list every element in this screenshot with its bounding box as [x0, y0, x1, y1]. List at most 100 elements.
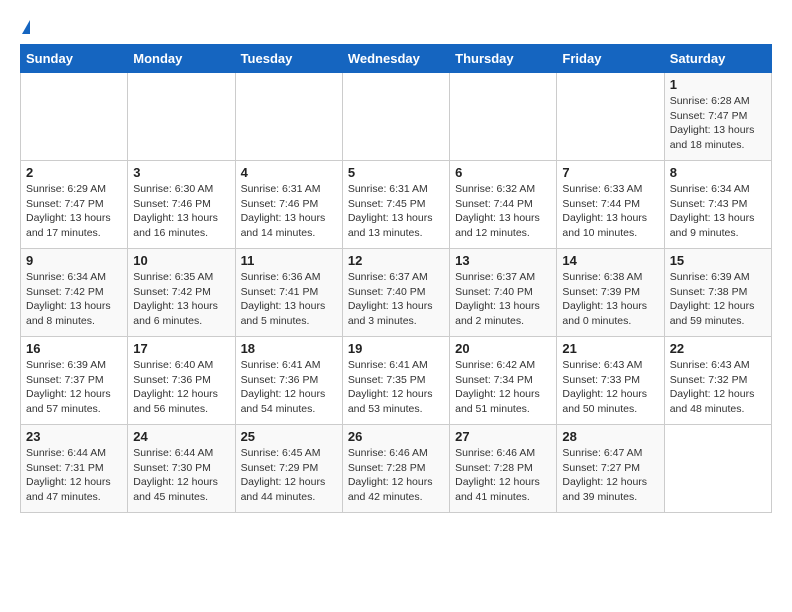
calendar-cell: 10 Sunrise: 6:35 AM Sunset: 7:42 PM Dayli… — [128, 249, 235, 337]
day-info: Sunrise: 6:44 AM Sunset: 7:31 PM Dayligh… — [26, 446, 122, 505]
day-info: Sunrise: 6:33 AM Sunset: 7:44 PM Dayligh… — [562, 182, 658, 241]
calendar-cell — [450, 73, 557, 161]
calendar-cell: 12 Sunrise: 6:37 AM Sunset: 7:40 PM Dayli… — [342, 249, 449, 337]
day-number: 1 — [670, 77, 766, 92]
column-header-sunday: Sunday — [21, 45, 128, 73]
logo — [20, 20, 30, 34]
calendar-cell: 27 Sunrise: 6:46 AM Sunset: 7:28 PM Dayli… — [450, 425, 557, 513]
calendar-cell: 7 Sunrise: 6:33 AM Sunset: 7:44 PM Daylig… — [557, 161, 664, 249]
calendar-cell: 23Sunrise: 6:44 AM Sunset: 7:31 PM Dayli… — [21, 425, 128, 513]
calendar-cell: 6 Sunrise: 6:32 AM Sunset: 7:44 PM Daylig… — [450, 161, 557, 249]
calendar-cell: 2 Sunrise: 6:29 AM Sunset: 7:47 PM Daylig… — [21, 161, 128, 249]
day-info: Sunrise: 6:34 AM Sunset: 7:42 PM Dayligh… — [26, 270, 122, 329]
calendar-cell: 15 Sunrise: 6:39 AM Sunset: 7:38 PM Dayli… — [664, 249, 771, 337]
day-info: Sunrise: 6:38 AM Sunset: 7:39 PM Dayligh… — [562, 270, 658, 329]
calendar-week-3: 9Sunrise: 6:34 AM Sunset: 7:42 PM Daylig… — [21, 249, 772, 337]
day-number: 26 — [348, 429, 444, 444]
calendar-cell: 22 Sunrise: 6:43 AM Sunset: 7:32 PM Dayli… — [664, 337, 771, 425]
day-number: 3 — [133, 165, 229, 180]
calendar-cell: 1 Sunrise: 6:28 AM Sunset: 7:47 PM Daylig… — [664, 73, 771, 161]
calendar-header-row: SundayMondayTuesdayWednesdayThursdayFrid… — [21, 45, 772, 73]
day-info: Sunrise: 6:29 AM Sunset: 7:47 PM Dayligh… — [26, 182, 122, 241]
day-info: Sunrise: 6:31 AM Sunset: 7:46 PM Dayligh… — [241, 182, 337, 241]
column-header-monday: Monday — [128, 45, 235, 73]
calendar-cell: 18Sunrise: 6:41 AM Sunset: 7:36 PM Dayli… — [235, 337, 342, 425]
day-info: Sunrise: 6:36 AM Sunset: 7:41 PM Dayligh… — [241, 270, 337, 329]
day-number: 24 — [133, 429, 229, 444]
calendar-cell: 16 Sunrise: 6:39 AM Sunset: 7:37 PM Dayli… — [21, 337, 128, 425]
calendar-cell: 14 Sunrise: 6:38 AM Sunset: 7:39 PM Dayli… — [557, 249, 664, 337]
column-header-thursday: Thursday — [450, 45, 557, 73]
calendar-week-1: 1 Sunrise: 6:28 AM Sunset: 7:47 PM Daylig… — [21, 73, 772, 161]
calendar-cell: 4 Sunrise: 6:31 AM Sunset: 7:46 PM Daylig… — [235, 161, 342, 249]
calendar-week-5: 23Sunrise: 6:44 AM Sunset: 7:31 PM Dayli… — [21, 425, 772, 513]
day-number: 2 — [26, 165, 122, 180]
day-number: 6 — [455, 165, 551, 180]
day-info: Sunrise: 6:45 AM Sunset: 7:29 PM Dayligh… — [241, 446, 337, 505]
calendar-week-2: 2 Sunrise: 6:29 AM Sunset: 7:47 PM Daylig… — [21, 161, 772, 249]
day-info: Sunrise: 6:41 AM Sunset: 7:35 PM Dayligh… — [348, 358, 444, 417]
column-header-friday: Friday — [557, 45, 664, 73]
calendar-cell: 21Sunrise: 6:43 AM Sunset: 7:33 PM Dayli… — [557, 337, 664, 425]
day-number: 12 — [348, 253, 444, 268]
day-info: Sunrise: 6:32 AM Sunset: 7:44 PM Dayligh… — [455, 182, 551, 241]
logo-triangle-icon — [22, 20, 30, 34]
day-info: Sunrise: 6:39 AM Sunset: 7:38 PM Dayligh… — [670, 270, 766, 329]
day-info: Sunrise: 6:31 AM Sunset: 7:45 PM Dayligh… — [348, 182, 444, 241]
day-info: Sunrise: 6:47 AM Sunset: 7:27 PM Dayligh… — [562, 446, 658, 505]
column-header-tuesday: Tuesday — [235, 45, 342, 73]
calendar-cell: 25Sunrise: 6:45 AM Sunset: 7:29 PM Dayli… — [235, 425, 342, 513]
day-info: Sunrise: 6:43 AM Sunset: 7:32 PM Dayligh… — [670, 358, 766, 417]
day-number: 21 — [562, 341, 658, 356]
day-info: Sunrise: 6:42 AM Sunset: 7:34 PM Dayligh… — [455, 358, 551, 417]
calendar-cell — [664, 425, 771, 513]
calendar-cell — [235, 73, 342, 161]
day-info: Sunrise: 6:39 AM Sunset: 7:37 PM Dayligh… — [26, 358, 122, 417]
calendar-cell: 19 Sunrise: 6:41 AM Sunset: 7:35 PM Dayli… — [342, 337, 449, 425]
day-number: 22 — [670, 341, 766, 356]
calendar-cell: 5 Sunrise: 6:31 AM Sunset: 7:45 PM Daylig… — [342, 161, 449, 249]
day-number: 14 — [562, 253, 658, 268]
day-number: 16 — [26, 341, 122, 356]
day-number: 17 — [133, 341, 229, 356]
day-info: Sunrise: 6:44 AM Sunset: 7:30 PM Dayligh… — [133, 446, 229, 505]
day-info: Sunrise: 6:40 AM Sunset: 7:36 PM Dayligh… — [133, 358, 229, 417]
calendar-cell: 8 Sunrise: 6:34 AM Sunset: 7:43 PM Daylig… — [664, 161, 771, 249]
day-number: 7 — [562, 165, 658, 180]
calendar-cell — [342, 73, 449, 161]
header — [20, 20, 772, 34]
day-info: Sunrise: 6:46 AM Sunset: 7:28 PM Dayligh… — [455, 446, 551, 505]
day-info: Sunrise: 6:30 AM Sunset: 7:46 PM Dayligh… — [133, 182, 229, 241]
day-info: Sunrise: 6:37 AM Sunset: 7:40 PM Dayligh… — [348, 270, 444, 329]
calendar-table: SundayMondayTuesdayWednesdayThursdayFrid… — [20, 44, 772, 513]
calendar-week-4: 16 Sunrise: 6:39 AM Sunset: 7:37 PM Dayli… — [21, 337, 772, 425]
day-info: Sunrise: 6:34 AM Sunset: 7:43 PM Dayligh… — [670, 182, 766, 241]
day-number: 27 — [455, 429, 551, 444]
day-number: 8 — [670, 165, 766, 180]
day-number: 19 — [348, 341, 444, 356]
calendar-cell: 26 Sunrise: 6:46 AM Sunset: 7:28 PM Dayli… — [342, 425, 449, 513]
calendar-cell: 20 Sunrise: 6:42 AM Sunset: 7:34 PM Dayli… — [450, 337, 557, 425]
calendar-cell — [21, 73, 128, 161]
calendar-cell: 13 Sunrise: 6:37 AM Sunset: 7:40 PM Dayli… — [450, 249, 557, 337]
day-info: Sunrise: 6:35 AM Sunset: 7:42 PM Dayligh… — [133, 270, 229, 329]
day-number: 10 — [133, 253, 229, 268]
calendar-cell — [557, 73, 664, 161]
day-number: 4 — [241, 165, 337, 180]
day-number: 5 — [348, 165, 444, 180]
calendar-cell: 28Sunrise: 6:47 AM Sunset: 7:27 PM Dayli… — [557, 425, 664, 513]
calendar-cell: 24 Sunrise: 6:44 AM Sunset: 7:30 PM Dayli… — [128, 425, 235, 513]
day-info: Sunrise: 6:37 AM Sunset: 7:40 PM Dayligh… — [455, 270, 551, 329]
day-number: 13 — [455, 253, 551, 268]
calendar-cell: 9Sunrise: 6:34 AM Sunset: 7:42 PM Daylig… — [21, 249, 128, 337]
day-number: 18 — [241, 341, 337, 356]
column-header-saturday: Saturday — [664, 45, 771, 73]
column-header-wednesday: Wednesday — [342, 45, 449, 73]
day-number: 20 — [455, 341, 551, 356]
day-number: 15 — [670, 253, 766, 268]
calendar-cell — [128, 73, 235, 161]
day-info: Sunrise: 6:46 AM Sunset: 7:28 PM Dayligh… — [348, 446, 444, 505]
day-info: Sunrise: 6:28 AM Sunset: 7:47 PM Dayligh… — [670, 94, 766, 153]
calendar-cell: 3 Sunrise: 6:30 AM Sunset: 7:46 PM Daylig… — [128, 161, 235, 249]
calendar-cell: 11Sunrise: 6:36 AM Sunset: 7:41 PM Dayli… — [235, 249, 342, 337]
